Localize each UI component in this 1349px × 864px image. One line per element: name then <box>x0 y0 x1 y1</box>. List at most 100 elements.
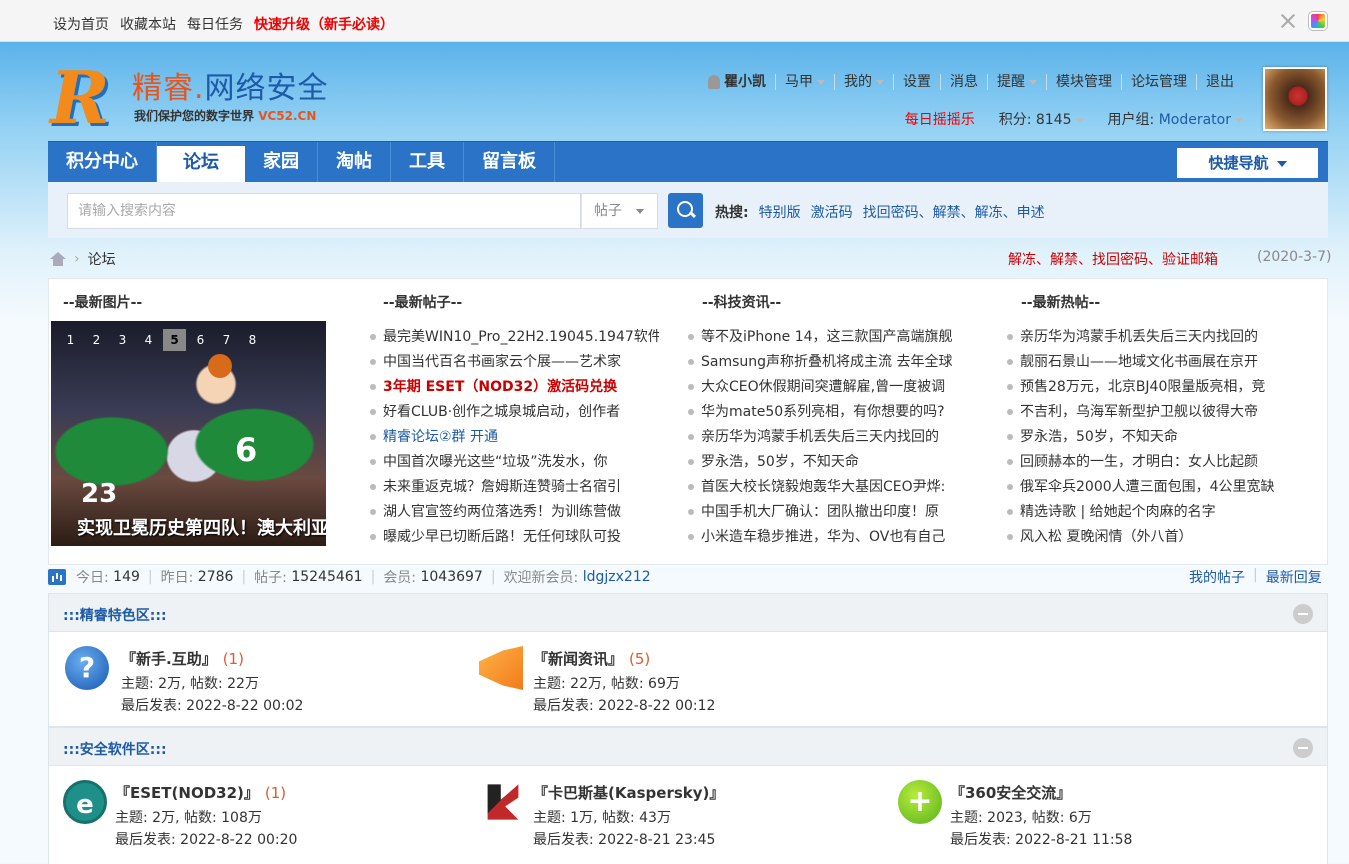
hot-posts-title: --最新热帖-- <box>1021 295 1101 311</box>
list-item[interactable]: 中国首次曝光这些“垃圾”洗发水，你 <box>369 451 659 476</box>
kaspersky-icon[interactable] <box>487 784 519 820</box>
nav-tools[interactable]: 工具 <box>391 142 464 182</box>
hot-search-link[interactable]: 激活码 <box>811 202 853 222</box>
theme-color-icon[interactable] <box>1309 12 1327 30</box>
megaphone-icon[interactable] <box>479 646 523 690</box>
list-item[interactable]: 罗永浩，50岁，不知天命 <box>1006 426 1296 451</box>
list-item[interactable]: 精睿论坛②群 开通 <box>369 426 659 451</box>
eset-icon[interactable]: e <box>63 780 107 824</box>
list-item[interactable]: 未来重返克城？詹姆斯连赞骑士名宿引 <box>369 476 659 501</box>
forum-name-link[interactable]: 『ESET(NOD32)』 <box>115 784 259 802</box>
forum-name-link[interactable]: 『新闻资讯』 <box>533 650 623 668</box>
search-type-select[interactable]: 帖子 <box>581 193 658 229</box>
list-item[interactable]: 中国当代百名书画家云个展——艺术家 <box>369 351 659 376</box>
nav-forum[interactable]: 论坛 <box>157 146 245 182</box>
list-item[interactable]: 俄军伞兵2000人遭三面包围，4公里宽缺 <box>1006 476 1296 501</box>
list-item[interactable]: 回顾赫本的一生，才明白：女人比起颜 <box>1006 451 1296 476</box>
latest-reply-link[interactable]: 最新回复 <box>1266 567 1322 587</box>
list-item[interactable]: 小米造车稳步推进，华为、OV也有自己 <box>687 526 977 551</box>
list-item[interactable]: 亲历华为鸿蒙手机丢失后三天内找回的 <box>687 426 977 451</box>
newest-member-link[interactable]: ldgjzx212 <box>583 569 651 585</box>
section-header: :::精睿特色区::: <box>49 594 1327 632</box>
slide-page-active[interactable]: 5 <box>163 329 186 351</box>
nav-home[interactable]: 家园 <box>245 142 318 182</box>
collapse-icon[interactable] <box>1293 604 1313 624</box>
menu-messages[interactable]: 消息 <box>940 74 987 90</box>
user-group-menu[interactable]: 用户组: Moderator <box>1108 109 1243 129</box>
slide-pager: 1 2 3 4 5 6 7 8 <box>59 329 264 351</box>
menu-mine[interactable]: 我的 <box>834 74 893 90</box>
list-item[interactable]: 大众CEO休假期间突遭解雇,曾一度被调 <box>687 376 977 401</box>
notice-link[interactable]: 解冻、解禁、找回密码、验证邮箱 <box>1008 249 1218 269</box>
list-item[interactable]: 风入松 夏晚闲情（外八首） <box>1006 526 1296 551</box>
list-item[interactable]: 靓丽石景山——地域文化书画展在京开 <box>1006 351 1296 376</box>
section-title[interactable]: :::精睿特色区::: <box>63 605 167 625</box>
menu-forum-manage[interactable]: 论坛管理 <box>1121 74 1196 90</box>
list-item[interactable]: 华为mate50系列亮相，有你想要的吗? <box>687 401 977 426</box>
bar-chart-icon <box>48 569 66 585</box>
forum-name-link[interactable]: 『卡巴斯基(Kaspersky)』 <box>533 784 724 802</box>
chevron-down-icon <box>1075 117 1084 123</box>
menu-reminders[interactable]: 提醒 <box>987 74 1046 90</box>
slide-page[interactable]: 3 <box>111 329 134 351</box>
list-item[interactable]: 等不及iPhone 14，这三款国产高端旗舰 <box>687 326 977 351</box>
list-item[interactable]: 中国手机大厂确认：团队撤出印度！原 <box>687 501 977 526</box>
points-menu[interactable]: 积分: 8145 <box>999 109 1084 129</box>
slide-page[interactable]: 4 <box>137 329 160 351</box>
menu-settings[interactable]: 设置 <box>893 74 940 90</box>
chevron-down-icon <box>1235 117 1243 123</box>
search-icon[interactable] <box>668 193 703 228</box>
hot-search-link[interactable]: 找回密码、解禁、解冻、申述 <box>863 202 1045 222</box>
my-posts-link[interactable]: 我的帖子 <box>1189 567 1245 587</box>
quick-nav-button[interactable]: 快捷导航 <box>1177 148 1318 178</box>
list-item[interactable]: 亲历华为鸿蒙手机丢失后三天内找回的 <box>1006 326 1296 351</box>
360-icon[interactable]: + <box>898 780 942 824</box>
list-item[interactable]: 曝威少早已切断后路！无任何球队可投 <box>369 526 659 551</box>
nav-points-center[interactable]: 积分中心 <box>48 142 157 182</box>
slide-page[interactable]: 1 <box>59 329 82 351</box>
list-item[interactable]: 最完美WIN10_Pro_22H2.19045.1947软件 <box>369 326 659 351</box>
slide-page[interactable]: 2 <box>85 329 108 351</box>
hot-search-link[interactable]: 特别版 <box>759 202 801 222</box>
collapse-icon[interactable] <box>1293 738 1313 758</box>
menu-logout[interactable]: 退出 <box>1196 74 1243 90</box>
quick-upgrade-link[interactable]: 快速升级（新手必读） <box>254 14 394 34</box>
daily-shake-link[interactable]: 每日摇摇乐 <box>905 109 975 129</box>
list-item[interactable]: Samsung声称折叠机将成主流 去年全球 <box>687 351 977 376</box>
list-item[interactable]: 首医大校长饶毅炮轰华大基因CEO尹烨: <box>687 476 977 501</box>
image-slideshow[interactable]: 1 2 3 4 5 6 7 8 6 23 实现卫冕历史第四队！澳大利亚 <box>51 321 326 546</box>
username-link[interactable]: 瞿小凯 <box>724 74 766 90</box>
slide-caption[interactable]: 实现卫冕历史第四队！澳大利亚 <box>77 514 326 540</box>
fullscreen-icon[interactable] <box>1279 12 1297 30</box>
list-item[interactable]: 精选诗歌 | 给她起个肉麻的名字 <box>1006 501 1296 526</box>
slide-page[interactable]: 8 <box>241 329 264 351</box>
list-item[interactable]: 罗永浩，50岁，不知天命 <box>687 451 977 476</box>
basketball-graphic <box>208 354 232 378</box>
breadcrumb-forum[interactable]: 论坛 <box>88 249 116 269</box>
chevron-down-icon <box>636 208 644 214</box>
nav-collections[interactable]: 淘帖 <box>318 142 391 182</box>
slide-page[interactable]: 6 <box>189 329 212 351</box>
site-logo[interactable]: R 精睿.网络安全 我们保护您的数字世界 VC52.CN <box>50 55 350 140</box>
jersey-number: 23 <box>81 479 118 509</box>
forum-name-link[interactable]: 『360安全交流』 <box>950 784 1071 802</box>
menu-alias[interactable]: 马甲 <box>775 74 834 90</box>
bookmark-link[interactable]: 收藏本站 <box>120 14 176 34</box>
section-title[interactable]: :::安全软件区::: <box>63 739 167 759</box>
list-item[interactable]: 好看CLUB·创作之城泉城启动，创作者 <box>369 401 659 426</box>
nav-guestbook[interactable]: 留言板 <box>464 142 555 182</box>
slide-page[interactable]: 7 <box>215 329 238 351</box>
logo-title: 精睿.网络安全 <box>132 71 329 106</box>
home-icon[interactable] <box>50 252 66 266</box>
daily-task-link[interactable]: 每日任务 <box>187 14 243 34</box>
list-item[interactable]: 湖人官宣签约两位落选秀！为训练营做 <box>369 501 659 526</box>
list-item[interactable]: 预售28万元，北京BJ40限量版亮相，竞 <box>1006 376 1296 401</box>
avatar[interactable] <box>1263 67 1327 131</box>
search-input[interactable]: 请输入搜索内容 <box>67 193 581 229</box>
menu-module-manage[interactable]: 模块管理 <box>1046 74 1121 90</box>
help-icon[interactable]: ? <box>65 646 109 690</box>
list-item[interactable]: 3年期 ESET（NOD32）激活码兑换 <box>369 376 659 401</box>
set-homepage-link[interactable]: 设为首页 <box>53 14 109 34</box>
list-item[interactable]: 不吉利，乌海军新型护卫舰以彼得大帝 <box>1006 401 1296 426</box>
forum-name-link[interactable]: 『新手.互助』 <box>121 650 217 668</box>
